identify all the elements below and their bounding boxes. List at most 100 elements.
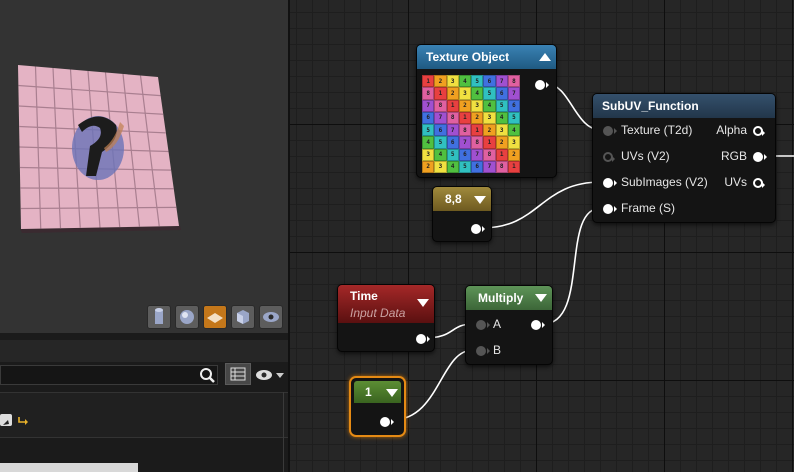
texture-cell: 7: [471, 148, 484, 161]
texture-cell: 1: [495, 148, 508, 161]
texture-cell: 5: [446, 148, 459, 161]
texture-cell: 1: [507, 160, 520, 173]
input-label: Frame (S): [621, 201, 675, 215]
texture-cell: 3: [446, 75, 459, 88]
texture-cell: 6: [471, 160, 484, 173]
texture-thumbnail: 1234567881234567781234566781234556781234…: [422, 75, 520, 173]
texture-cell: 6: [458, 148, 471, 161]
texture-cell: 8: [471, 136, 484, 149]
texture-cell: 3: [434, 160, 447, 173]
node-title: SubUV_Function: [593, 94, 775, 118]
texture-cell: 2: [471, 111, 484, 124]
texture-object-node[interactable]: Texture Object 1234567881234567781234566…: [416, 44, 557, 178]
multiply-node[interactable]: Multiply A B: [465, 285, 553, 365]
texture-cell: 4: [434, 148, 447, 161]
texture-cell: 8: [507, 75, 520, 88]
texture-cell: 5: [458, 160, 471, 173]
texture-cell: 2: [483, 124, 496, 137]
uvs-input-pin[interactable]: [603, 152, 615, 162]
texture-output-pin[interactable]: [535, 80, 549, 90]
constant2-output-pin[interactable]: [471, 224, 485, 234]
texture-cell: 4: [458, 75, 471, 88]
texture-cell: 5: [495, 99, 508, 112]
texture-cell: 6: [483, 75, 496, 88]
texture-cell: 8: [483, 148, 496, 161]
texture-cell: 8: [495, 160, 508, 173]
texture-cell: 1: [483, 136, 496, 149]
texture-cell: 7: [446, 124, 459, 137]
texture-cell: 7: [458, 136, 471, 149]
texture-cell: 8: [434, 99, 447, 112]
texture-cell: 5: [483, 87, 496, 100]
constant-node[interactable]: 1: [349, 376, 406, 437]
a-input-pin[interactable]: [476, 320, 490, 330]
input-label: Texture (T2d): [621, 123, 693, 137]
texture-cell: 1: [422, 75, 435, 88]
texture-cell: 7: [495, 75, 508, 88]
texture-cell: 2: [422, 160, 435, 173]
texture-cell: 3: [471, 99, 484, 112]
texture-cell: 5: [422, 124, 435, 137]
texture-cell: 3: [458, 87, 471, 100]
alpha-output-pin[interactable]: [753, 126, 765, 136]
texture-cell: 5: [434, 136, 447, 149]
subuv-function-node[interactable]: SubUV_Function Texture (T2d) UVs (V2) Su…: [592, 93, 776, 223]
texture-cell: 7: [483, 160, 496, 173]
texture-cell: 1: [458, 111, 471, 124]
output-label: RGB: [720, 149, 747, 163]
texture-cell: 8: [458, 124, 471, 137]
texture-cell: 2: [434, 75, 447, 88]
texture-cell: 4: [507, 124, 520, 137]
texture-input-pin[interactable]: [603, 126, 617, 136]
time-output-pin[interactable]: [416, 334, 430, 344]
texture-cell: 5: [471, 75, 484, 88]
texture-cell: 4: [471, 87, 484, 100]
texture-cell: 6: [507, 99, 520, 112]
input-label: SubImages (V2): [621, 175, 708, 189]
texture-cell: 2: [446, 87, 459, 100]
expand-icon[interactable]: [386, 389, 398, 397]
texture-cell: 3: [422, 148, 435, 161]
node-subtitle: Input Data: [350, 306, 406, 320]
texture-cell: 6: [422, 111, 435, 124]
input-label: A: [493, 317, 502, 331]
texture-cell: 2: [507, 148, 520, 161]
texture-cell: 7: [507, 87, 520, 100]
texture-cell: 3: [495, 124, 508, 137]
constant2vector-node[interactable]: 8,8: [432, 186, 492, 242]
output-label: UVs: [724, 175, 747, 189]
texture-cell: 7: [434, 111, 447, 124]
frame-input-pin[interactable]: [603, 204, 617, 214]
texture-cell: 8: [446, 111, 459, 124]
multiply-output-pin[interactable]: [531, 320, 545, 330]
collapse-icon[interactable]: [539, 53, 551, 61]
texture-cell: 1: [434, 87, 447, 100]
texture-cell: 4: [446, 160, 459, 173]
output-label: Alpha: [716, 123, 747, 137]
texture-cell: 8: [422, 87, 435, 100]
texture-cell: 3: [483, 111, 496, 124]
texture-cell: 6: [446, 136, 459, 149]
time-node[interactable]: Time Input Data: [337, 284, 435, 352]
expand-icon[interactable]: [417, 299, 429, 307]
b-input-pin[interactable]: [476, 346, 490, 356]
texture-cell: 6: [434, 124, 447, 137]
subimages-input-pin[interactable]: [603, 178, 617, 188]
input-label: UVs (V2): [621, 149, 670, 163]
texture-cell: 3: [507, 136, 520, 149]
input-label: B: [493, 343, 502, 357]
constant-output-pin[interactable]: [380, 417, 394, 427]
node-title: Texture Object: [417, 45, 556, 69]
texture-cell: 2: [495, 136, 508, 149]
texture-cell: 1: [471, 124, 484, 137]
node-title: Time: [350, 289, 378, 303]
rgb-output-pin[interactable]: [753, 152, 767, 162]
expand-icon[interactable]: [474, 196, 486, 204]
uvs-output-pin[interactable]: [753, 178, 765, 188]
texture-cell: 4: [495, 111, 508, 124]
texture-cell: 5: [507, 111, 520, 124]
expand-icon[interactable]: [535, 294, 547, 302]
texture-cell: 1: [446, 99, 459, 112]
texture-cell: 2: [458, 99, 471, 112]
texture-cell: 7: [422, 99, 435, 112]
